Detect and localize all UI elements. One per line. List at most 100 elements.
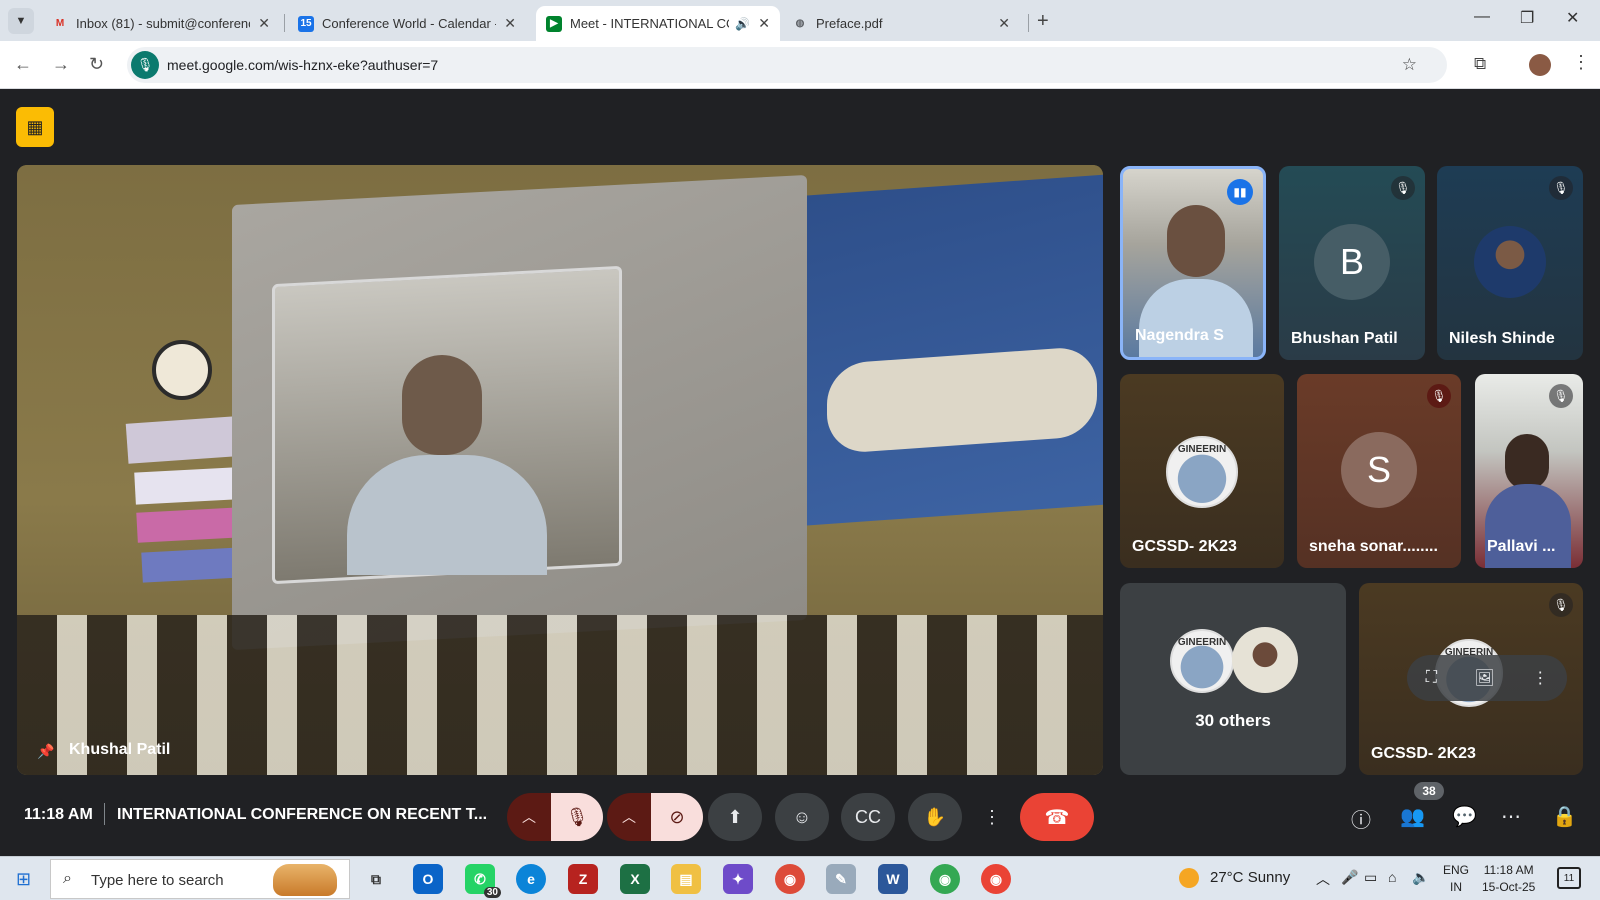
participant-name: GCSSD- 2K23 <box>1132 538 1237 555</box>
participant-name: sneha sonar........ <box>1309 538 1438 555</box>
participant-tile[interactable]: 🎙 Nilesh Shinde <box>1437 166 1583 360</box>
more-options-button[interactable]: ⋮ <box>977 793 1007 841</box>
minimize-icon[interactable]: — <box>1474 8 1490 26</box>
forward-icon[interactable]: → <box>52 54 70 75</box>
video-frame <box>402 355 482 455</box>
participant-tile[interactable]: GINEERIN GCSSD- 2K23 <box>1120 374 1284 568</box>
new-tab-button[interactable]: + <box>1037 10 1049 33</box>
raise-hand-button[interactable]: ✋ <box>908 793 962 841</box>
filezilla-icon[interactable]: Z <box>568 864 598 894</box>
present-screen-button[interactable]: ⬆ <box>708 793 762 841</box>
outlook-icon[interactable]: O <box>413 864 443 894</box>
show-hidden-icons-chevron[interactable]: ︿ <box>1316 869 1330 889</box>
task-view-icon[interactable]: ⧉ <box>361 864 391 894</box>
weather-widget[interactable]: 27°C Sunny <box>1210 869 1290 886</box>
battery-icon[interactable]: ▭ <box>1364 869 1377 886</box>
speaker-icon[interactable]: 🔊 <box>735 17 750 31</box>
add-photo-icon[interactable]: 🖼 <box>1474 668 1494 688</box>
windows-start-icon[interactable]: ⊞ <box>16 869 31 890</box>
close-icon[interactable]: ✕ <box>998 15 1010 32</box>
copilot-icon[interactable]: ✦ <box>723 864 753 894</box>
whatsapp-count: 30 <box>483 887 501 898</box>
windows-taskbar: ⊞ ⌕ Type here to search ⧉ O ✆ 30 e Z X ▤ … <box>0 856 1600 900</box>
meeting-info-icon[interactable]: ⓘ <box>1351 804 1371 833</box>
chrome-profile-icon[interactable]: ◉ <box>930 864 960 894</box>
video-frame <box>125 416 239 464</box>
participant-tile[interactable]: ▮▮ Nagendra S <box>1120 166 1266 360</box>
participant-name: Pallavi ... <box>1487 538 1556 555</box>
extensions-icon[interactable]: ⧉ <box>1474 54 1486 74</box>
microphone-tray-icon[interactable]: 🎤 <box>1341 869 1358 886</box>
tab-search-chevron-icon[interactable]: ▼ <box>8 8 34 34</box>
main-video-tile[interactable]: 📌 Khushal Patil <box>17 165 1103 775</box>
pin-icon[interactable]: 📌 <box>37 743 54 760</box>
tab-gmail[interactable]: M Inbox (81) - submit@conferenc ✕ <box>42 6 280 41</box>
search-highlight-image <box>273 864 337 896</box>
leave-call-button[interactable]: ☎ <box>1020 793 1094 841</box>
mic-off-icon: 🎙 <box>1427 384 1451 408</box>
window-close-icon[interactable]: ✕ <box>1566 8 1579 28</box>
profile-avatar[interactable] <box>1529 54 1551 76</box>
edge-icon[interactable]: e <box>516 864 546 894</box>
bookmark-star-icon[interactable]: ☆ <box>1402 55 1417 75</box>
audio-settings-chevron-icon[interactable]: ︿ <box>507 793 551 841</box>
close-icon[interactable]: ✕ <box>258 15 270 32</box>
activities-icon[interactable]: ⋯ <box>1501 804 1521 829</box>
temperature: 27°C <box>1210 869 1244 886</box>
institution-logo: GINEERIN <box>1166 436 1238 508</box>
address-bar[interactable]: 🎙 meet.google.com/wis-hznx-eke?authuser=… <box>127 47 1447 83</box>
excel-icon[interactable]: X <box>620 864 650 894</box>
notification-center-icon[interactable]: 11 <box>1557 867 1581 889</box>
url-text[interactable]: meet.google.com/wis-hznx-eke?authuser=7 <box>167 57 438 73</box>
others-tile[interactable]: GINEERIN 30 others <box>1120 583 1346 775</box>
mic-off-button[interactable]: 🎙 <box>551 793 603 841</box>
tab-meet[interactable]: ▶ Meet - INTERNATIONAL CO 🔊 ✕ <box>536 6 780 41</box>
file-explorer-icon[interactable]: ▤ <box>671 864 701 894</box>
reload-icon[interactable]: ↻ <box>89 54 104 75</box>
participant-tile[interactable]: S 🎙 sneha sonar........ <box>1297 374 1461 568</box>
emoji-reaction-button[interactable]: ☺ <box>775 793 829 841</box>
paint-icon[interactable]: ✎ <box>826 864 856 894</box>
video-frame <box>134 467 236 505</box>
volume-icon[interactable]: 🔈 <box>1412 869 1429 886</box>
more-options-icon[interactable]: ⋮ <box>1532 668 1548 688</box>
tab-preface-pdf[interactable]: ◍ Preface.pdf ✕ <box>782 6 1020 41</box>
tab-title: Conference World - Calendar - <box>322 16 497 31</box>
close-icon[interactable]: ✕ <box>758 15 770 32</box>
taskbar-search[interactable]: ⌕ Type here to search <box>50 859 350 899</box>
word-icon[interactable]: W <box>878 864 908 894</box>
meet-activity-icon[interactable]: ▦ <box>16 107 54 147</box>
participant-name: GCSSD- 2K23 <box>1371 745 1476 762</box>
participant-tile[interactable]: 🎙 Pallavi ... <box>1475 374 1583 568</box>
participant-tile[interactable]: B 🎙 Bhushan Patil <box>1279 166 1425 360</box>
captions-button[interactable]: CC <box>841 793 895 841</box>
participant-tile[interactable]: GINEERIN ⛶ 🖼 ⋮ 🎙 GCSSD- 2K23 <box>1359 583 1583 775</box>
taskbar-clock[interactable]: 11:18 AM 15-Oct-25 <box>1482 862 1535 896</box>
sun-icon <box>1179 868 1199 888</box>
network-icon[interactable]: ⌂ <box>1388 869 1396 885</box>
browser-tab-strip: ▼ M Inbox (81) - submit@conferenc ✕ 15 C… <box>0 0 1600 41</box>
host-controls-icon[interactable]: 🔒 <box>1552 804 1577 829</box>
chrome-active-icon[interactable]: ◉ <box>981 864 1011 894</box>
chrome-icon[interactable]: ◉ <box>775 864 805 894</box>
tab-calendar[interactable]: 15 Conference World - Calendar - ✕ <box>288 6 526 41</box>
clock-time: 11:18 AM <box>1483 863 1534 877</box>
mic-off-icon: 🎙 <box>1549 384 1573 408</box>
input-language[interactable]: ENG IN <box>1443 862 1469 896</box>
video-frame <box>141 547 243 583</box>
back-icon[interactable]: ← <box>14 54 32 75</box>
camera-off-button[interactable]: ⊘ <box>651 793 703 841</box>
people-icon[interactable]: 👥 <box>1400 804 1425 829</box>
meeting-title: INTERNATIONAL CONFERENCE ON RECENT T... <box>117 806 488 823</box>
screen: ▼ M Inbox (81) - submit@conferenc ✕ 15 C… <box>0 0 1600 900</box>
video-settings-chevron-icon[interactable]: ︿ <box>607 793 651 841</box>
restore-icon[interactable]: ❐ <box>1520 8 1534 28</box>
chat-icon[interactable]: 💬 <box>1452 804 1477 829</box>
browser-menu-icon[interactable]: ⋮ <box>1572 52 1590 73</box>
microphone-site-icon[interactable]: 🎙 <box>131 51 159 79</box>
close-icon[interactable]: ✕ <box>504 15 516 32</box>
frame-icon[interactable]: ⛶ <box>1426 669 1437 687</box>
participant-name: Nilesh Shinde <box>1449 330 1555 347</box>
whatsapp-icon[interactable]: ✆ 30 <box>465 864 501 898</box>
participant-name: Nagendra S <box>1135 327 1224 344</box>
